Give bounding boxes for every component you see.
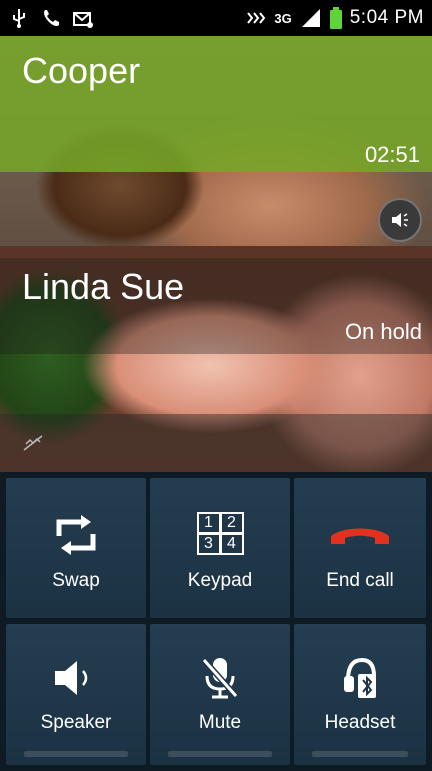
end-call-button[interactable]: End call bbox=[294, 478, 426, 618]
keypad-icon-wrap: 1 2 3 4 bbox=[150, 512, 290, 555]
active-caller-name: Cooper bbox=[22, 50, 141, 91]
held-status: On hold bbox=[344, 319, 422, 344]
battery-icon bbox=[329, 7, 342, 29]
headset-state-bar bbox=[312, 751, 408, 757]
headset-button[interactable]: Headset bbox=[294, 624, 426, 765]
headset-label: Headset bbox=[324, 712, 396, 733]
usb-icon bbox=[13, 9, 25, 28]
end-call-icon-wrap bbox=[294, 524, 426, 548]
status-right: 3G 5:04 PM bbox=[244, 7, 432, 29]
speaker-state-bar bbox=[24, 751, 128, 757]
keypad-icon: 1 2 3 4 bbox=[196, 512, 244, 555]
speaker-label: Speaker bbox=[40, 712, 112, 733]
status-bar: 3G 5:04 PM bbox=[0, 0, 432, 36]
keypad-digit: 1 bbox=[198, 514, 219, 532]
headset-bluetooth-icon bbox=[344, 657, 376, 698]
muted-mic-icon bbox=[23, 435, 43, 451]
keypad-button[interactable]: 1 2 3 4 Keypad bbox=[150, 478, 290, 618]
call-duration: 02:51 bbox=[364, 142, 420, 167]
keypad-label: Keypad bbox=[187, 570, 253, 591]
end-call-icon bbox=[331, 528, 389, 544]
status-left bbox=[0, 7, 94, 29]
mute-icon-wrap bbox=[150, 656, 290, 700]
swap-label: Swap bbox=[52, 570, 100, 591]
network-type: 3G bbox=[274, 10, 292, 26]
in-call-screen: 3G 5:04 PM Cooper 02:51 Linda Sue On hol… bbox=[0, 0, 432, 771]
speaker-icon bbox=[392, 213, 408, 227]
swap-icon-wrap bbox=[6, 514, 146, 556]
mail-icon bbox=[73, 12, 93, 28]
mute-button[interactable]: Mute bbox=[150, 624, 290, 765]
keypad-digit: 4 bbox=[221, 535, 242, 553]
caller-photo-area: Cooper 02:51 Linda Sue On hold bbox=[0, 36, 432, 472]
headset-icon-wrap bbox=[294, 656, 426, 700]
signal-icon bbox=[301, 9, 320, 27]
phone-icon bbox=[44, 10, 59, 26]
keypad-digit: 3 bbox=[198, 535, 219, 553]
held-caller-name: Linda Sue bbox=[22, 266, 185, 307]
mute-icon bbox=[201, 658, 239, 699]
speaker-button-icon-wrap bbox=[6, 658, 146, 698]
nfc-icon bbox=[247, 12, 266, 24]
swap-button[interactable]: Swap bbox=[6, 478, 146, 618]
status-time: 5:04 PM bbox=[349, 7, 424, 28]
mute-label: Mute bbox=[198, 712, 242, 733]
speaker-icon bbox=[55, 661, 88, 695]
speaker-indicator bbox=[378, 198, 422, 242]
speaker-button[interactable]: Speaker bbox=[6, 624, 146, 765]
lower-photo-band bbox=[0, 414, 432, 472]
end-call-label: End call bbox=[326, 570, 394, 591]
call-controls: Swap 1 2 3 4 Keypad End call Speaker Mut… bbox=[0, 472, 432, 771]
keypad-digit: 2 bbox=[221, 514, 242, 532]
swap-icon bbox=[56, 515, 96, 555]
mute-state-bar bbox=[168, 751, 272, 757]
